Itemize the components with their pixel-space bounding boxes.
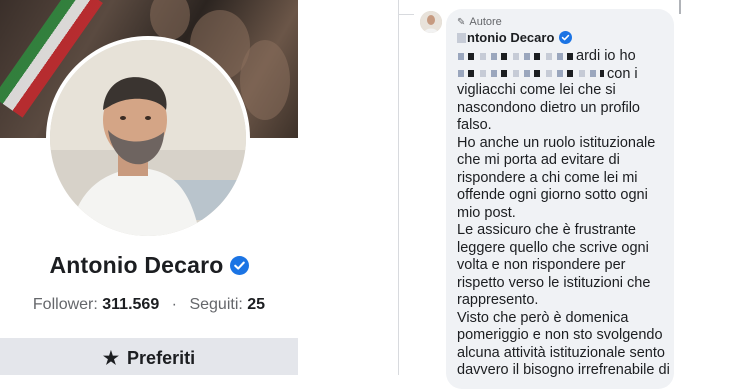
author-badge: ✎ Autore	[457, 16, 502, 28]
following-label: Seguiti:	[189, 296, 243, 313]
favorites-button[interactable]: ★ Preferiti	[0, 338, 298, 375]
star-icon: ★	[102, 347, 120, 368]
redacted-text	[458, 70, 604, 77]
comment-author-avatar[interactable]	[420, 11, 442, 33]
profile-stats: Follower: 311.569 · Seguiti: 25	[0, 296, 298, 314]
comment-author-text: ntonio Decaro	[467, 30, 555, 45]
following-count[interactable]: 25	[247, 296, 265, 313]
scrollbar-thumb[interactable]	[679, 0, 681, 14]
thread-connector	[398, 14, 414, 15]
redacted-text	[458, 53, 574, 60]
verified-badge-icon	[559, 31, 573, 44]
comment-avatar-photo	[420, 11, 442, 33]
redacted-block	[457, 32, 466, 43]
profile-name-row: Antonio Decaro	[0, 252, 298, 279]
followers-count[interactable]: 311.569	[102, 296, 159, 313]
comment-line-1: ardi io ho	[576, 48, 636, 64]
profile-panel: Antonio Decaro Follower: 311.569 · Segui…	[0, 0, 298, 375]
thread-vertical-line	[398, 0, 399, 375]
cover-figure	[240, 40, 290, 120]
author-badge-label: Autore	[469, 16, 502, 28]
comment-author-name[interactable]: ntonio Decaro	[457, 30, 573, 45]
comment-body: vigliacchi come lei che si nascondono di…	[457, 82, 670, 378]
comment-line-2: con i	[607, 66, 638, 82]
verified-badge-icon	[229, 256, 249, 275]
pencil-icon: ✎	[457, 16, 466, 28]
cover-figure	[150, 0, 190, 40]
followers-label: Follower:	[32, 296, 98, 313]
profile-avatar[interactable]	[50, 40, 246, 236]
profile-name: Antonio Decaro	[49, 252, 224, 278]
stats-separator: ·	[171, 296, 177, 313]
profile-photo	[50, 40, 246, 236]
favorites-button-label: Preferiti	[127, 347, 196, 368]
